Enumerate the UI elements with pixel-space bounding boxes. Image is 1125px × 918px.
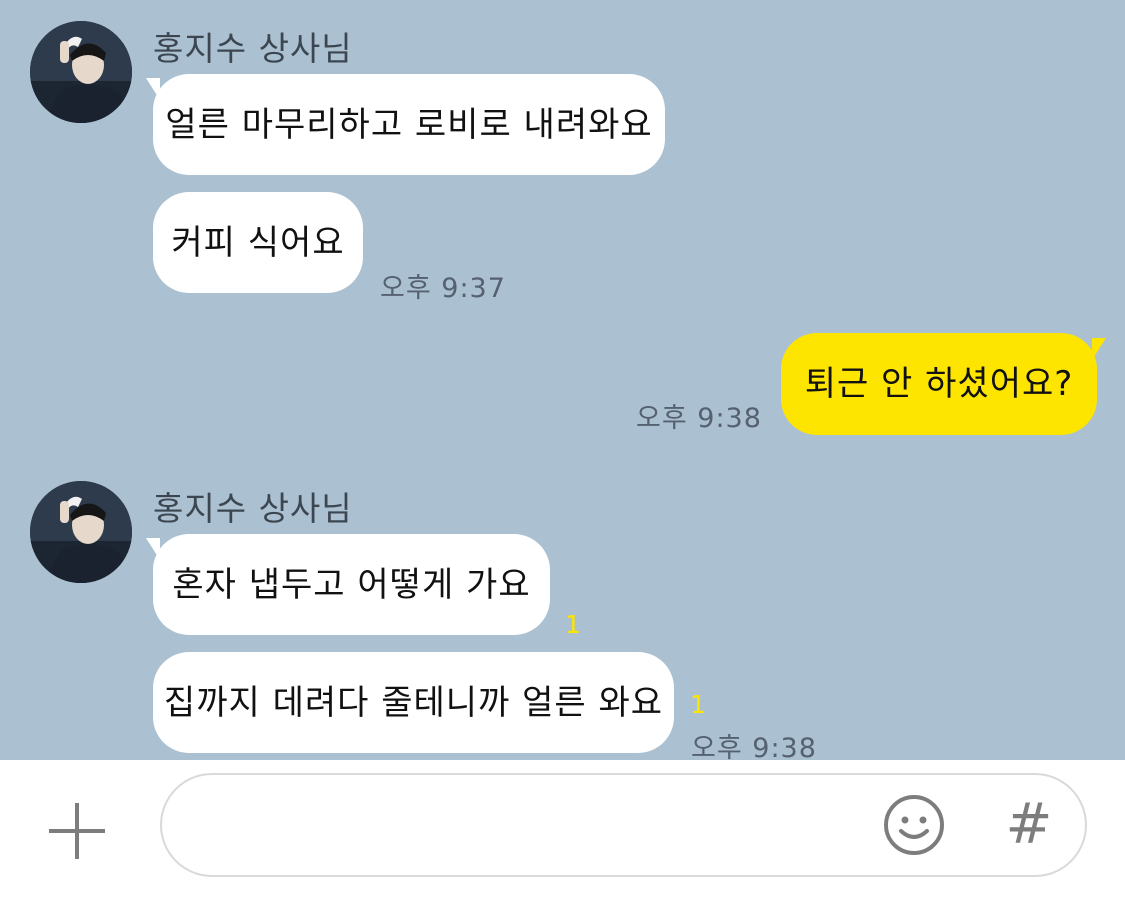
my-message-bubble[interactable]: 퇴근 안 하셨어요?: [781, 333, 1097, 435]
sender-avatar[interactable]: [30, 481, 132, 583]
chat-area: 홍지수 상사님 얼른 마무리하고 로비로 내려와요 커피 식어요 오후 9:37…: [0, 0, 1125, 760]
message-time: 오후 9:37: [380, 273, 506, 304]
message-bubble[interactable]: 얼른 마무리하고 로비로 내려와요: [153, 74, 665, 175]
bubble-tail: [1092, 338, 1106, 360]
unread-count: 1: [690, 690, 706, 719]
message-time: 오후 9:38: [691, 733, 817, 760]
message-input[interactable]: [192, 795, 876, 857]
profile-photo-icon: [30, 481, 132, 583]
sender-name: 홍지수 상사님: [153, 29, 353, 68]
profile-photo-icon: [30, 21, 132, 123]
message-bubble[interactable]: 혼자 냅두고 어떻게 가요: [153, 534, 550, 635]
message-input-box[interactable]: [160, 773, 1087, 877]
smiley-icon[interactable]: [882, 793, 946, 857]
sender-name: 홍지수 상사님: [153, 489, 353, 528]
unread-count: 1: [565, 610, 581, 639]
plus-icon[interactable]: [46, 800, 108, 862]
hashtag-icon[interactable]: #: [1003, 790, 1055, 860]
message-bubble[interactable]: 집까지 데려다 줄테니까 얼른 와요: [153, 652, 674, 753]
message-time: 오후 9:38: [636, 403, 762, 434]
message-bubble[interactable]: 커피 식어요: [153, 192, 363, 293]
sender-avatar[interactable]: [30, 21, 132, 123]
message-composer: [0, 760, 1125, 918]
